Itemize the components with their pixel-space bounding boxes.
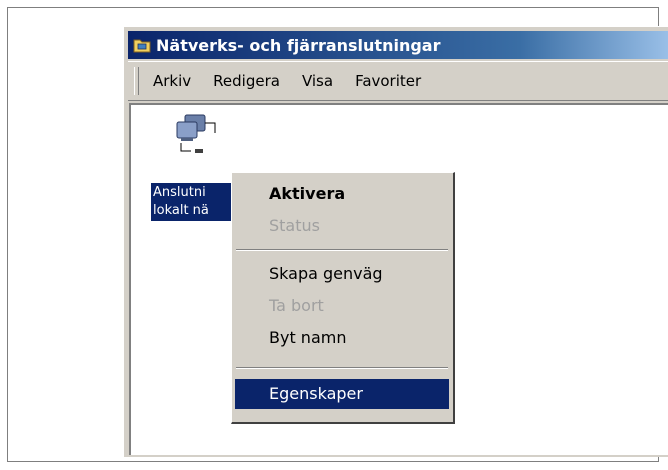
menu-item-egenskaper[interactable]: Egenskaper: [235, 379, 449, 409]
context-menu: Aktivera Status Skapa genväg Ta bort Byt…: [231, 172, 455, 424]
menu-item-status: Status: [269, 216, 320, 235]
network-folder-icon: [133, 37, 151, 53]
menu-separator: [236, 249, 448, 251]
menu-arkiv[interactable]: Arkiv: [153, 72, 191, 90]
menu-bar: Arkiv Redigera Visa Favoriter: [128, 61, 668, 101]
menu-favoriter[interactable]: Favoriter: [355, 72, 421, 90]
network-connection-icon[interactable]: [173, 113, 233, 158]
toolbar-grip[interactable]: [134, 67, 139, 95]
connection-label-line1: Anslutni: [153, 185, 206, 200]
menu-item-byt-namn[interactable]: Byt namn: [235, 323, 449, 353]
connection-label-line2: lokalt nä: [153, 203, 209, 218]
menu-visa[interactable]: Visa: [302, 72, 333, 90]
title-bar[interactable]: Nätverks- och fjärranslutningar: [128, 31, 668, 59]
menu-separator: [236, 367, 448, 369]
menu-item-aktivera[interactable]: Aktivera: [235, 179, 449, 209]
connection-label[interactable]: Anslutni lokalt nä: [151, 183, 239, 221]
menu-item-ta-bort: Ta bort: [269, 296, 324, 315]
menu-redigera[interactable]: Redigera: [213, 72, 280, 90]
menu-item-skapa-genvag[interactable]: Skapa genväg: [235, 259, 449, 289]
window-title: Nätverks- och fjärranslutningar: [156, 35, 441, 55]
